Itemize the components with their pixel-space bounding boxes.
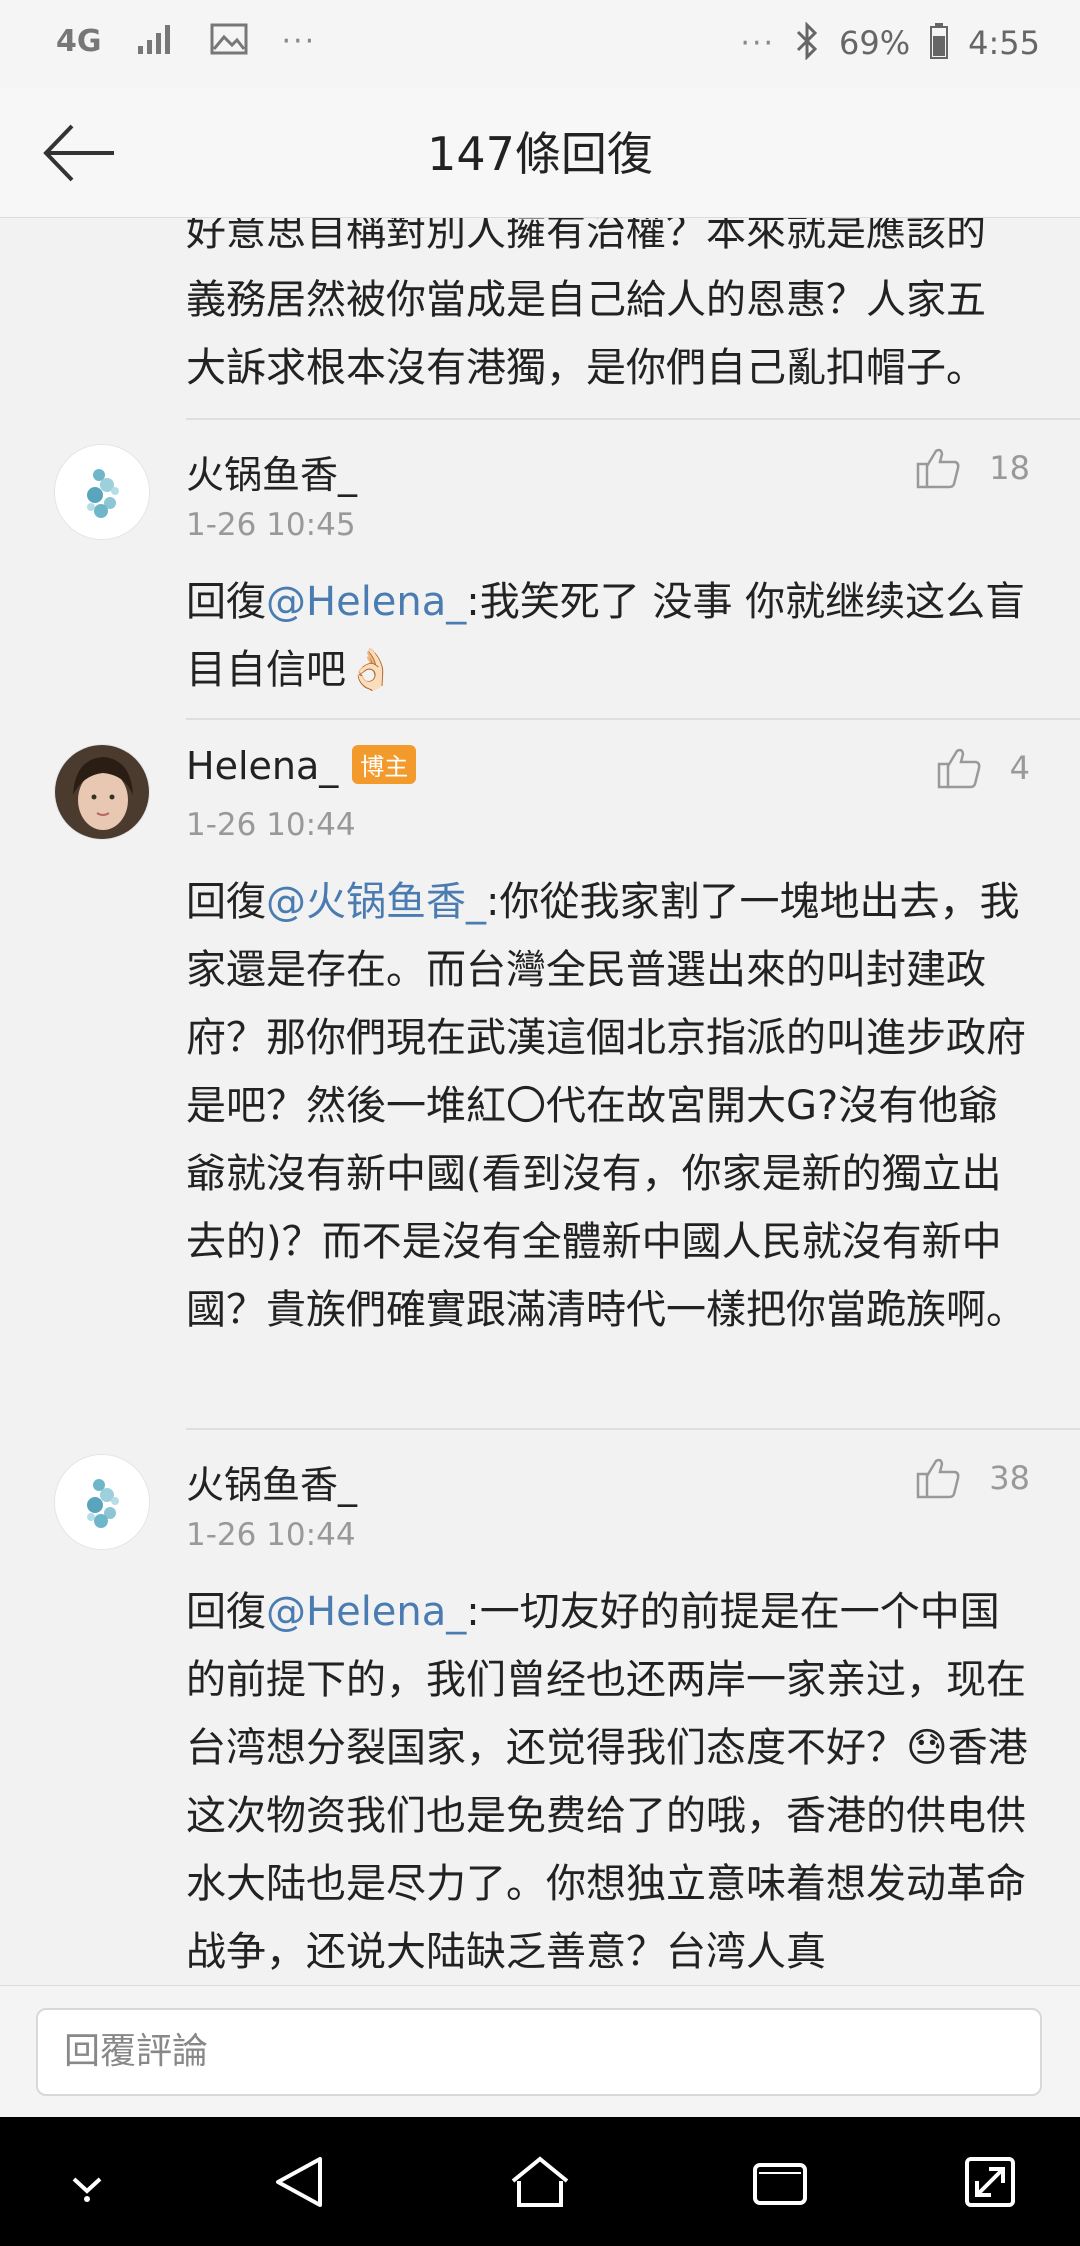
battery-icon: [930, 23, 949, 63]
network-type: 4G: [56, 23, 102, 59]
username[interactable]: Helena_ 博主: [186, 744, 417, 788]
thumbs-up-icon: [937, 748, 981, 789]
comment-list[interactable]: 好意思自稱對別人擁有治權？本來就是應該的 義務居然被你當成是自己給人的恩惠？人家…: [0, 218, 1080, 1985]
thumbs-up-icon: [917, 448, 960, 489]
expand-screen-button[interactable]: [955, 2151, 1025, 2213]
expand-icon: [965, 2157, 1015, 2207]
comment-body: 回復@Helena_:一切友好的前提是在一个中国的前提下的，我们曾经也还两岸一家…: [186, 1589, 1028, 1975]
mention-link[interactable]: @Helena_: [266, 579, 466, 625]
page-title: 147條回復: [427, 127, 653, 181]
triangle-back-icon: [276, 2157, 322, 2207]
like-button[interactable]: 38: [915, 1455, 1030, 1501]
bluetooth-icon: [795, 21, 819, 64]
avatar[interactable]: [54, 1454, 150, 1550]
divider: [186, 1428, 1080, 1430]
like-button[interactable]: 4: [936, 745, 1030, 791]
comment-body: 回復@Helena_:我笑死了 没事 你就继续这么盲目自信吧👌🏻: [186, 579, 1026, 693]
chevron-down-icon: [72, 2177, 102, 2202]
avatar[interactable]: [54, 444, 150, 540]
username[interactable]: 火锅鱼香_: [186, 444, 357, 499]
navigation-bar: [0, 2117, 1080, 2246]
recents-icon: [753, 2163, 807, 2205]
status-bar: 4G ··· ··· 69% 4:55: [0, 0, 1080, 88]
clock: 4:55: [968, 24, 1040, 62]
avatar[interactable]: [54, 744, 150, 840]
mention-link[interactable]: @火锅鱼香_: [266, 879, 486, 925]
avatar-image: [55, 745, 149, 839]
avatar-image: [55, 445, 149, 539]
like-button[interactable]: 18: [915, 445, 1030, 491]
author-badge: 博主: [352, 745, 417, 784]
timestamp: 1-26 10:45: [186, 507, 356, 543]
like-count: 18: [989, 449, 1030, 487]
image-icon: [210, 23, 248, 59]
mention-link[interactable]: @Helena_: [266, 1589, 466, 1635]
thumbs-up-icon: [917, 1458, 960, 1499]
recents-nav-button[interactable]: [745, 2151, 815, 2213]
home-icon: [511, 2156, 569, 2207]
more-status: ···: [740, 25, 776, 61]
like-count: 4: [1009, 749, 1030, 787]
top-bar: 147條回復: [0, 88, 1080, 218]
signal-icon: [136, 22, 176, 60]
more-notifications: ···: [281, 23, 317, 59]
like-count: 38: [989, 1459, 1030, 1497]
timestamp: 1-26 10:44: [186, 807, 356, 843]
divider: [186, 718, 1080, 720]
battery-percent: 69%: [839, 24, 911, 62]
comment-body: 回復@火锅鱼香_:你從我家割了一塊地出去，我家還是存在。而台灣全民普選出來的叫封…: [186, 879, 1026, 1333]
divider: [186, 418, 1080, 420]
timestamp: 1-26 10:44: [186, 1517, 356, 1553]
reply-input[interactable]: 回覆評論: [36, 2008, 1042, 2096]
reply-bar: 回覆評論: [0, 1985, 1080, 2117]
back-nav-button[interactable]: [264, 2151, 334, 2213]
avatar-image: [55, 1455, 149, 1549]
partial-comment-body: 好意思自稱對別人擁有治權？本來就是應該的 義務居然被你當成是自己給人的恩惠？人家…: [186, 218, 986, 391]
home-nav-button[interactable]: [505, 2151, 575, 2213]
username[interactable]: 火锅鱼香_: [186, 1454, 357, 1509]
hide-keyboard-button[interactable]: [52, 2151, 122, 2213]
